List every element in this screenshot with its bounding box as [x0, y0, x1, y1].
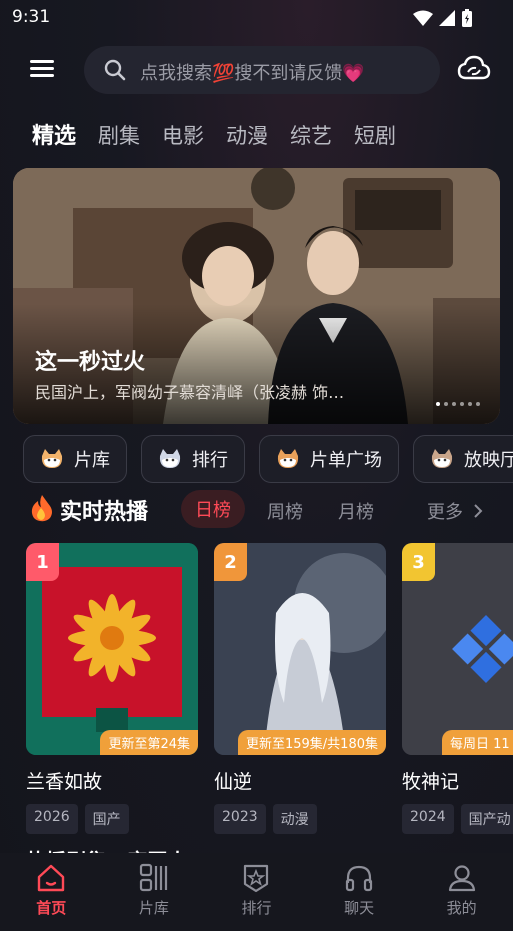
category-tabs: 精选 剧集 电影 动漫 综艺 短剧 — [32, 118, 396, 150]
hot-card[interactable]: 2 更新至159集/共180集 仙逆 2023 动漫 — [214, 543, 386, 834]
tab-short-drama[interactable]: 短剧 — [354, 120, 396, 150]
tag-list: 2023 动漫 — [214, 804, 386, 834]
poster: 3 每周日 11 — [402, 543, 513, 755]
tab-series[interactable]: 剧集 — [98, 120, 140, 150]
badge-star-icon — [244, 864, 269, 893]
status-time: 9:31 — [12, 7, 51, 27]
library-label: 片库 — [74, 450, 110, 471]
update-badge: 每周日 11 — [442, 730, 513, 755]
nav-home-label: 首页 — [36, 899, 67, 917]
nav-profile-label: 我的 — [446, 899, 477, 917]
tab-monthly-rank[interactable]: 月榜 — [338, 498, 374, 524]
pagination-dot — [476, 402, 480, 406]
search-placeholder: 点我搜索💯搜不到请反馈💗 — [140, 63, 365, 84]
tag-genre: 国产动 — [460, 804, 513, 834]
ranking-button[interactable]: 排行 — [141, 435, 245, 483]
battery-icon — [462, 9, 472, 27]
home-screen: 9:31 点我搜索💯搜不到请反馈💗 精选 剧集 电影 动漫 综艺 短剧 这一秒过… — [0, 0, 513, 931]
menu-button[interactable] — [30, 60, 54, 78]
pagination-dot — [468, 402, 472, 406]
rank-badge: 3 — [402, 543, 435, 581]
headphones-icon — [345, 865, 373, 892]
cat-icon — [41, 449, 63, 468]
tab-movies[interactable]: 电影 — [162, 120, 204, 150]
tag-region: 国产 — [84, 804, 129, 834]
tab-anime[interactable]: 动漫 — [226, 120, 268, 150]
cat-icon — [159, 449, 181, 468]
card-title: 兰香如故 — [26, 771, 103, 793]
bottom-navigation: 首页 片库 排行 聊天 我的 — [0, 853, 513, 931]
nav-profile[interactable]: 我的 — [410, 853, 513, 931]
status-bar: 9:31 — [0, 0, 513, 36]
hot-section-header: 实时热播 日榜 周榜 月榜 更多 — [30, 490, 513, 530]
pagination-dot — [460, 402, 464, 406]
nav-ranking-label: 排行 — [241, 899, 272, 917]
tab-weekly-rank[interactable]: 周榜 — [267, 498, 303, 524]
tab-daily-rank[interactable]: 日榜 — [181, 490, 245, 528]
nav-library-label: 片库 — [138, 899, 169, 917]
search-icon — [104, 59, 126, 81]
tab-variety[interactable]: 综艺 — [290, 120, 332, 150]
cloud-sync-icon[interactable] — [457, 54, 491, 84]
banner-pagination — [436, 402, 480, 406]
card-title: 牧神记 — [402, 771, 460, 793]
signal-icon — [439, 10, 455, 26]
grid-icon — [139, 863, 167, 892]
nav-chat[interactable]: 聊天 — [308, 853, 411, 931]
chevron-right-icon — [474, 504, 483, 518]
featured-banner[interactable]: 这一秒过火 民国沪上，军阀幼子慕容清峄（张凌赫 饰… — [13, 168, 500, 424]
screening-room-label: 放映厅 — [464, 450, 513, 471]
hot-card[interactable]: 3 每周日 11 牧神记 2024 国产动 — [402, 543, 513, 834]
tag-year: 2024 — [402, 804, 454, 834]
tag-list: 2024 国产动 — [402, 804, 513, 834]
playlist-plaza-button[interactable]: 片单广场 — [259, 435, 399, 483]
cat-icon — [277, 449, 299, 468]
rank-badge: 1 — [26, 543, 59, 581]
card-title: 仙逆 — [214, 771, 253, 793]
tab-featured[interactable]: 精选 — [32, 118, 76, 150]
hot-card[interactable]: 1 更新至第24集 兰香如故 2026 国产 — [26, 543, 198, 834]
home-icon — [38, 864, 65, 892]
fire-icon — [31, 495, 52, 522]
tag-year: 2026 — [26, 804, 78, 834]
screening-room-button[interactable]: 放映厅 — [413, 435, 513, 483]
cat-icon — [431, 449, 453, 468]
hot-section-title: 实时热播 — [60, 500, 149, 525]
poster: 2 更新至159集/共180集 — [214, 543, 386, 755]
nav-chat-label: 聊天 — [344, 899, 375, 917]
poster: 1 更新至第24集 — [26, 543, 198, 755]
app-header: 点我搜索💯搜不到请反馈💗 — [0, 42, 513, 98]
nav-ranking[interactable]: 排行 — [205, 853, 308, 931]
nav-home[interactable]: 首页 — [0, 853, 103, 931]
banner-description: 民国沪上，军阀幼子慕容清峄（张凌赫 饰… — [35, 383, 345, 402]
more-link[interactable]: 更多 — [427, 498, 483, 524]
library-button[interactable]: 片库 — [23, 435, 127, 483]
more-label: 更多 — [427, 502, 463, 523]
playlist-plaza-label: 片单广场 — [310, 450, 382, 471]
quick-actions: 片库 排行 片单广场 放映厅 — [23, 435, 513, 483]
update-badge: 更新至第24集 — [100, 730, 198, 755]
tag-list: 2026 国产 — [26, 804, 198, 834]
status-icons — [413, 9, 473, 27]
wifi-icon — [413, 10, 433, 26]
rank-badge: 2 — [214, 543, 247, 581]
pagination-dot — [436, 402, 440, 406]
search-bar[interactable]: 点我搜索💯搜不到请反馈💗 — [84, 46, 440, 94]
tag-genre: 动漫 — [272, 804, 317, 834]
tag-year: 2023 — [214, 804, 266, 834]
pagination-dot — [444, 402, 448, 406]
nav-library[interactable]: 片库 — [103, 853, 206, 931]
update-badge: 更新至159集/共180集 — [237, 730, 386, 755]
ranking-label: 排行 — [192, 450, 228, 471]
user-icon — [448, 865, 475, 892]
pagination-dot — [452, 402, 456, 406]
banner-title: 这一秒过火 — [35, 350, 146, 375]
